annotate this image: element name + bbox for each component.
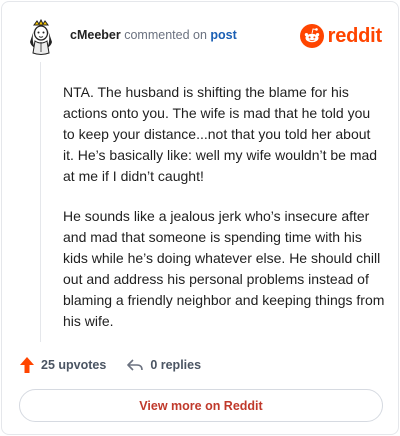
action-text: commented on bbox=[124, 28, 207, 42]
reddit-brand[interactable]: reddit bbox=[299, 22, 383, 50]
comment-paragraph: NTA. The husband is shifting the blame f… bbox=[63, 84, 378, 184]
comment-meta: cMeeber commented on post bbox=[70, 28, 237, 42]
thread-line bbox=[40, 62, 41, 342]
comment-paragraph: He sounds like a jealous jerk who’s inse… bbox=[63, 208, 385, 329]
upvote-count: 25 upvotes bbox=[41, 358, 107, 372]
comment-actions: 25 upvotes 0 replies bbox=[19, 354, 221, 376]
upvote-arrow-icon bbox=[20, 357, 34, 373]
comment-body: NTA. The husband is shifting the blame f… bbox=[63, 82, 385, 351]
username[interactable]: cMeeber bbox=[70, 28, 121, 42]
view-more-button[interactable]: View more on Reddit bbox=[19, 389, 383, 422]
reply-count: 0 replies bbox=[150, 358, 202, 372]
avatar-icon bbox=[21, 16, 61, 56]
avatar[interactable] bbox=[21, 16, 61, 56]
reddit-wordmark: reddit bbox=[327, 24, 383, 47]
comment-header: cMeeber commented on post reddit bbox=[21, 16, 382, 56]
upvote-button[interactable]: 25 upvotes bbox=[19, 356, 106, 374]
reddit-comment-card: cMeeber commented on post reddit NTA. Th… bbox=[1, 1, 399, 435]
reddit-logo-icon bbox=[299, 24, 324, 48]
reply-arrow-icon bbox=[127, 359, 144, 371]
post-link[interactable]: post bbox=[210, 28, 236, 42]
reply-button[interactable]: 0 replies bbox=[126, 357, 201, 373]
